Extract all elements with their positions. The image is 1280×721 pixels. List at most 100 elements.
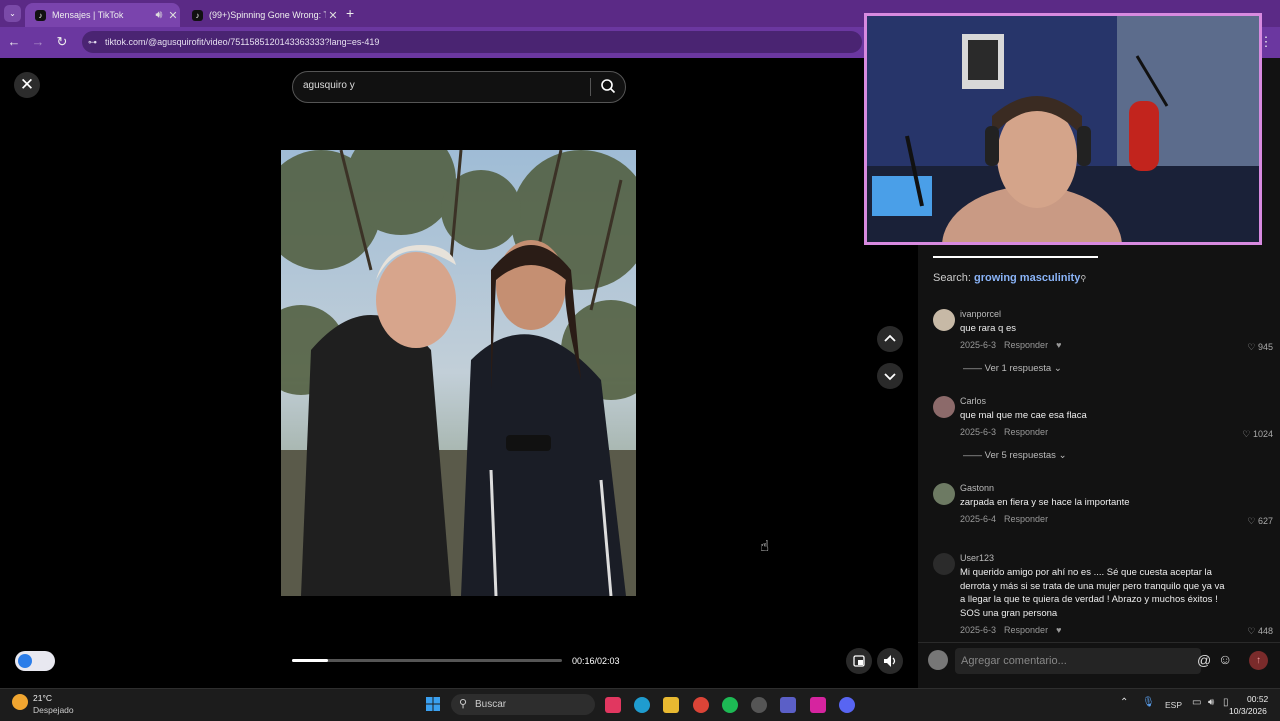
search-icon: ⚲ [1080, 274, 1087, 283]
next-video-button[interactable] [877, 363, 903, 389]
comment-input[interactable]: Agregar comentario... [955, 648, 1201, 674]
tab-tiktok-messages[interactable]: ♪ Mensajes | TikTok 🔊︎ ✕ [25, 3, 180, 27]
weather-temp[interactable]: 21°C [33, 693, 52, 703]
avatar[interactable] [933, 483, 955, 505]
volume-button[interactable] [877, 648, 903, 674]
webcam-overlay [864, 13, 1262, 245]
comment-item: ivanporcel que rara q es 2025-6-3 Respond… [933, 309, 1273, 379]
video-progress-fill [292, 659, 328, 662]
search-divider [590, 78, 591, 96]
taskbar-search-placeholder: Buscar [475, 699, 507, 710]
reply-button[interactable]: Responder [1004, 427, 1048, 437]
comment-text: que mal que me cae esa flaca [960, 410, 1087, 421]
like-count[interactable]: ♡ 1024 [1242, 429, 1273, 440]
search-input[interactable]: agusquiro y [303, 80, 355, 91]
comment-text: que rara q es [960, 323, 1016, 334]
reply-button[interactable]: Responder [1004, 625, 1048, 635]
tiktok-icon: ♪ [192, 9, 203, 21]
like-count[interactable]: ♡ 448 [1247, 626, 1273, 637]
previous-video-button[interactable] [877, 326, 903, 352]
battery-icon[interactable]: ▯ [1223, 697, 1229, 708]
extension-toggle[interactable] [15, 651, 55, 671]
emoji-icon[interactable]: ☺︎ [1218, 651, 1232, 667]
discord-icon[interactable] [839, 697, 855, 713]
forward-icon[interactable]: → [30, 34, 46, 49]
url-field[interactable]: ⊶ tiktok.com/@agusquirofit/video/7511585… [82, 31, 862, 53]
like-count[interactable]: ♡ 627 [1247, 516, 1273, 527]
search-label: Search: [933, 272, 971, 284]
comment-meta: 2025-6-3 Responder ♥︎ [960, 625, 1069, 635]
comment-username[interactable]: Gastonn [960, 483, 994, 493]
comment-search-suggestion[interactable]: Search: growing masculinity⚲ [933, 272, 1086, 284]
toggle-knob-icon [18, 654, 32, 668]
tab-title: Mensajes | TikTok [52, 10, 124, 20]
clock-date[interactable]: 10/3/2026 [1229, 706, 1267, 716]
comment-text: zarpada en fiera y se hace la importante [960, 497, 1130, 508]
spotify-icon[interactable] [722, 697, 738, 713]
comment-date: 2025-6-3 [960, 625, 997, 635]
microphone-icon[interactable]: 🎙︎ [1142, 697, 1155, 708]
steam-icon[interactable] [751, 697, 767, 713]
view-replies-button[interactable]: —— Ver 1 respuesta ⌄ [963, 363, 1062, 374]
close-tab-icon[interactable]: ✕ [326, 9, 340, 22]
weather-desc: Despejado [33, 705, 74, 715]
site-info-icon[interactable]: ⊶ [88, 37, 97, 48]
close-tab-icon[interactable]: ✕ [166, 9, 180, 22]
video-time: 00:16/02:03 [572, 656, 620, 666]
my-avatar [928, 650, 948, 670]
reload-icon[interactable]: ↻ [54, 34, 70, 50]
back-icon[interactable]: ← [6, 34, 22, 49]
comment-username[interactable]: ivanporcel [960, 309, 1001, 319]
search-icon[interactable] [600, 78, 616, 99]
search-term-link[interactable]: growing masculinity [974, 272, 1080, 284]
video-frame[interactable] [281, 150, 636, 596]
file-explorer-icon[interactable] [663, 697, 679, 713]
post-comment-button[interactable]: ↑ [1249, 651, 1268, 670]
speaker-icon[interactable]: 🔊︎ [152, 9, 166, 22]
url-text: tiktok.com/@agusquirofit/video/751158512… [105, 37, 380, 47]
input-language[interactable]: ESP [1165, 700, 1182, 710]
mention-icon[interactable]: @ [1197, 652, 1211, 668]
show-hidden-icons[interactable]: ⌃ [1120, 697, 1128, 708]
close-video-button[interactable]: ✕ [14, 72, 40, 98]
comment-username[interactable]: User123 [960, 553, 994, 563]
taskbar-search[interactable]: ⚲ Buscar [451, 694, 595, 715]
reply-button[interactable]: Responder [1004, 340, 1048, 350]
tab-title: (99+)Spinning Gone Wrong: Th [209, 10, 326, 20]
tiktok-app-icon[interactable] [605, 697, 621, 713]
comment-meta: 2025-6-3 Responder ♥︎ [960, 340, 1069, 350]
comment-meta: 2025-6-3 Responder [960, 427, 1056, 437]
comment-date: 2025-6-3 [960, 340, 997, 350]
avatar[interactable] [933, 396, 955, 418]
start-icon[interactable] [426, 697, 440, 711]
comment-username[interactable]: Carlos [960, 396, 986, 406]
avatar[interactable] [933, 309, 955, 331]
teams-icon[interactable] [780, 697, 796, 713]
search-bar[interactable]: agusquiro y [292, 71, 626, 103]
network-icon[interactable]: ▭ [1192, 697, 1201, 708]
comment-text: Mi querido amigo por ahí no es .... Sé q… [960, 567, 1225, 619]
comment-item: Carlos que mal que me cae esa flaca 2025… [933, 396, 1273, 466]
tab-spinning[interactable]: ♪ (99+)Spinning Gone Wrong: Th ✕ [182, 3, 340, 27]
view-replies-button[interactable]: —— Ver 5 respuestas ⌄ [963, 450, 1067, 461]
comment-meta: 2025-6-4 Responder [960, 514, 1056, 524]
tiktok-icon: ♪ [35, 9, 46, 21]
edge-icon[interactable] [634, 697, 650, 713]
like-count[interactable]: ♡ 945 [1247, 342, 1273, 353]
comment-date: 2025-6-4 [960, 514, 997, 524]
weather-icon[interactable] [12, 694, 28, 710]
picture-in-picture-button[interactable] [846, 648, 872, 674]
video-progress-bar[interactable] [292, 659, 562, 662]
reply-button[interactable]: Responder [1004, 514, 1048, 524]
new-tab-icon[interactable]: + [346, 5, 354, 21]
tab-search-button[interactable]: ⌄ [4, 5, 21, 22]
comments-tab-underline [933, 256, 1098, 258]
comment-date: 2025-6-3 [960, 427, 997, 437]
volume-icon[interactable]: 🔊︎ [1208, 697, 1214, 708]
chrome-icon[interactable] [693, 697, 709, 713]
hand-cursor-icon: ☝︎ [760, 538, 770, 555]
instagram-icon[interactable] [810, 697, 826, 713]
clock-time[interactable]: 00:52 [1247, 694, 1268, 704]
comment-item: Gastonn zarpada en fiera y se hace la im… [933, 483, 1273, 533]
avatar[interactable] [933, 553, 955, 575]
